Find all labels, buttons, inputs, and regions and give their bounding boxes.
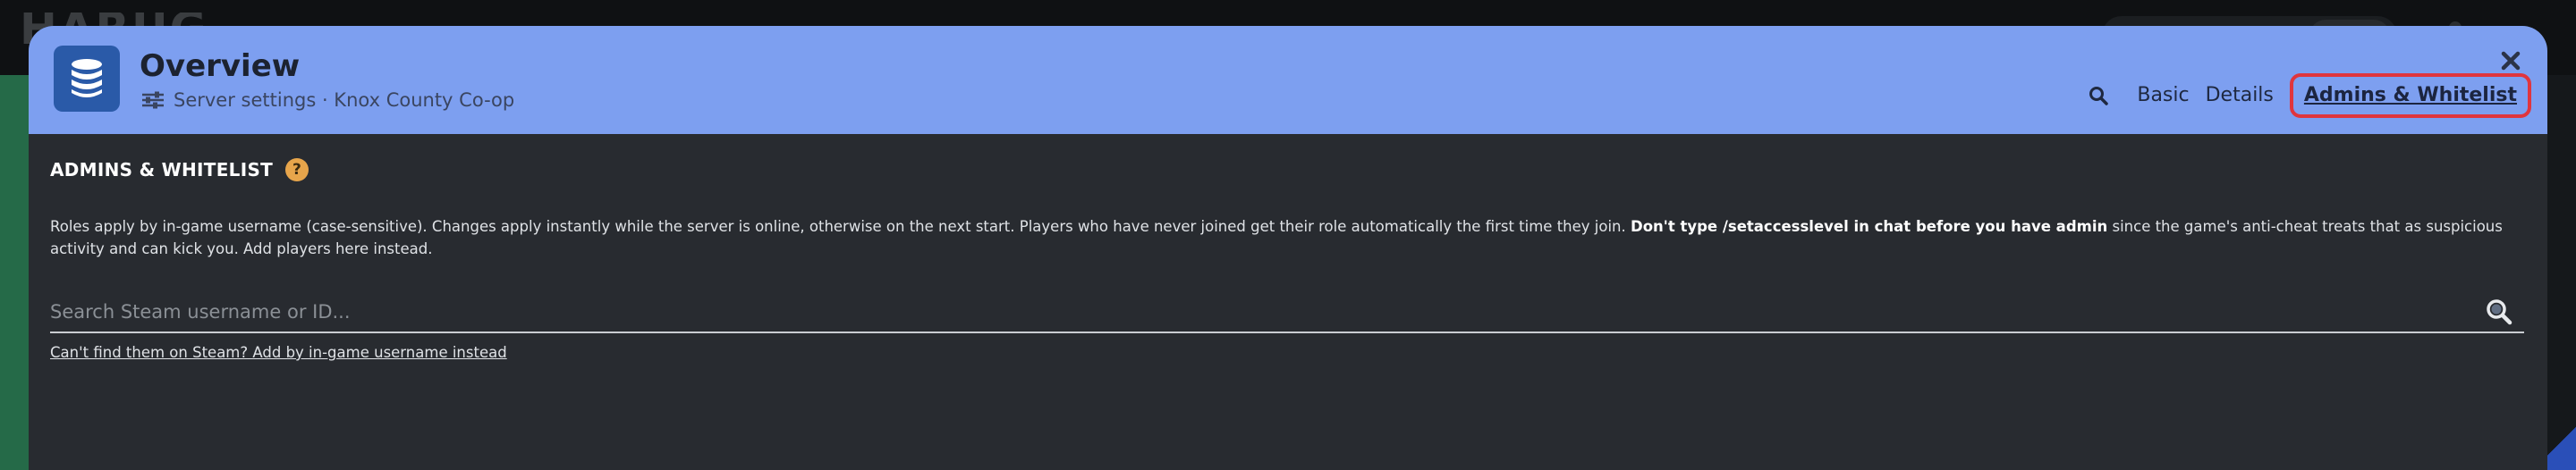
modal-title: Overview	[140, 48, 301, 84]
steam-search-row	[50, 294, 2524, 333]
nav-search-button[interactable]	[2083, 80, 2114, 111]
subtitle-text: Server settings · Knox County Co-op	[174, 89, 515, 111]
database-stack-icon	[54, 46, 120, 112]
steam-search-input[interactable]	[50, 294, 2465, 330]
steam-search-button[interactable]	[2483, 296, 2515, 328]
server-settings-modal: Overview Server settings · Knox County C…	[29, 26, 2547, 470]
modal-subtitle: Server settings · Knox County Co-op	[141, 87, 514, 113]
help-icon[interactable]: ?	[285, 158, 309, 181]
tab-details[interactable]: Details	[2206, 82, 2274, 109]
sliders-icon	[141, 90, 165, 110]
section-header: ADMINS & WHITELIST ?	[50, 158, 309, 181]
close-button[interactable]	[2496, 46, 2526, 76]
search-icon	[2487, 299, 2512, 325]
section-description: Roles apply by in-game username (case-se…	[50, 215, 2537, 260]
tab-basic[interactable]: Basic	[2137, 82, 2189, 109]
settings-nav: Basic Details Admins & Whitelist	[2083, 73, 2531, 118]
tab-admins-whitelist[interactable]: Admins & Whitelist	[2289, 73, 2531, 118]
description-text-start: Roles apply by in-game username (case-se…	[50, 218, 1631, 235]
search-icon	[2089, 87, 2109, 105]
section-title: ADMINS & WHITELIST	[50, 159, 274, 180]
description-warning: Don't type /setaccesslevel in chat befor…	[1631, 218, 2108, 235]
add-by-username-link[interactable]: Can't find them on Steam? Add by in-game…	[50, 344, 507, 361]
modal-header: Overview Server settings · Knox County C…	[29, 26, 2547, 134]
close-icon	[2501, 51, 2521, 71]
